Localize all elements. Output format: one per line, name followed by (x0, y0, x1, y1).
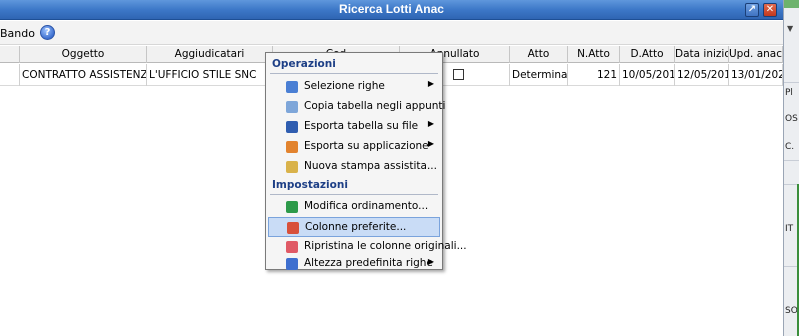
annullato-checkbox[interactable] (453, 69, 464, 80)
panel-status-strip (784, 0, 799, 8)
cell-oggetto: CONTRATTO ASSISTENZA TEC (20, 64, 147, 86)
menu-item-label: Esporta tabella su file (304, 120, 419, 132)
favorite-columns-icon (287, 222, 299, 234)
column-header-oggetto[interactable]: Oggetto (20, 46, 147, 63)
menu-item-label: Copia tabella negli appunti (304, 100, 446, 112)
cell-data-inizio: 12/05/2016 (675, 64, 729, 86)
panel-text: IT (785, 224, 794, 234)
submenu-arrow-icon: ▶ (427, 139, 434, 148)
close-button[interactable]: ✕ (763, 3, 777, 17)
restore-icon (286, 241, 298, 253)
help-icon[interactable]: ? (40, 25, 55, 40)
cell-n-atto: 121 (568, 64, 620, 86)
panel-text: C. (785, 142, 795, 152)
menu-item-selezione-righe[interactable]: Selezione righe ▶ (268, 77, 440, 97)
cell-atto: Determinazio (510, 64, 568, 86)
menu-item-label: Colonne preferite... (305, 221, 407, 233)
menu-item-altezza-righe[interactable]: Altezza predefinita righe ▶ (268, 257, 440, 271)
rows-icon (286, 81, 298, 93)
menu-separator (270, 194, 438, 195)
menu-item-label: Altezza predefinita righe (304, 257, 433, 269)
panel-text: SO (785, 306, 798, 316)
menu-item-modifica-ordinamento[interactable]: Modifica ordinamento... (268, 197, 440, 217)
menu-item-ripristina-colonne[interactable]: Ripristina le colonne originali... (268, 237, 467, 257)
menu-item-copia-tabella[interactable]: Copia tabella negli appunti (268, 97, 445, 117)
menu-item-label: Selezione righe (304, 80, 385, 92)
side-panel: ▼ Pl OS C. IT SO (783, 0, 799, 336)
menu-separator (270, 73, 438, 74)
row-height-icon (286, 258, 298, 270)
menu-item-label: Modifica ordinamento... (304, 200, 429, 212)
wand-icon (286, 161, 298, 173)
maximize-button[interactable]: ↗ (745, 3, 759, 17)
clipboard-icon (286, 101, 298, 113)
panel-divider (784, 82, 799, 83)
save-icon (286, 121, 298, 133)
column-header-blank[interactable] (0, 46, 20, 63)
column-header-upd-anac[interactable]: Upd. anac (729, 46, 783, 63)
menu-item-label: Ripristina le colonne originali... (304, 240, 467, 252)
menu-item-esporta-file[interactable]: Esporta tabella su file ▶ (268, 117, 440, 137)
submenu-arrow-icon: ▶ (427, 79, 434, 88)
sort-icon (286, 201, 298, 213)
cell-d-atto: 10/05/2016 (620, 64, 675, 86)
export-app-icon (286, 141, 298, 153)
column-header-atto[interactable]: Atto (510, 46, 568, 63)
cell-aggiudicatari: L'UFFICIO STILE SNC (147, 64, 273, 86)
submenu-arrow-icon: ▶ (427, 257, 434, 266)
submenu-arrow-icon: ▶ (427, 119, 434, 128)
menu-item-label: Nuova stampa assistita... (304, 160, 437, 172)
panel-divider (784, 160, 799, 161)
toolbar: Bando ? (0, 21, 783, 45)
context-menu: Operazioni Selezione righe ▶ Copia tabel… (265, 52, 467, 271)
cell-upd-anac: 13/01/2021 (729, 64, 783, 86)
window-titlebar: Ricerca Lotti Anac ↗ ✕ (0, 0, 783, 20)
panel-text: OS (785, 114, 798, 124)
bando-tab[interactable]: Bando (0, 27, 35, 40)
column-header-data-inizio[interactable]: Data inizio (675, 46, 729, 63)
column-header-aggiudicatari[interactable]: Aggiudicatari (147, 46, 273, 63)
menu-section-operazioni: Operazioni (272, 58, 336, 70)
menu-item-esporta-applicazione[interactable]: Esporta su applicazione ▶ (268, 137, 440, 157)
row-cell-blank (0, 64, 20, 86)
dropdown-arrow-icon[interactable]: ▼ (787, 24, 793, 33)
panel-text: Pl (785, 88, 793, 98)
menu-item-nuova-stampa[interactable]: Nuova stampa assistita... (268, 157, 440, 177)
window-title: Ricerca Lotti Anac (339, 2, 444, 16)
menu-item-label: Esporta su applicazione (304, 140, 429, 152)
menu-item-colonne-preferite[interactable]: Colonne preferite... (268, 217, 440, 237)
column-header-d-atto[interactable]: D.Atto (620, 46, 675, 63)
column-header-n-atto[interactable]: N.Atto (568, 46, 620, 63)
menu-section-impostazioni: Impostazioni (272, 179, 348, 191)
